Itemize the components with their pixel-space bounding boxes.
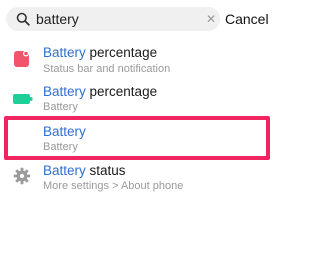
result-title: Battery status xyxy=(43,163,126,178)
notification-icon xyxy=(14,50,29,67)
result-subtitle: Battery xyxy=(43,101,78,113)
result-title-highlight: Battery xyxy=(43,84,86,99)
result-title: Battery percentage xyxy=(43,45,157,60)
search-input[interactable] xyxy=(36,10,196,28)
result-title-rest: status xyxy=(85,163,126,178)
result-title-rest: percentage xyxy=(85,45,158,60)
result-item-battery-percentage[interactable]: Battery percentage Battery xyxy=(0,79,270,119)
search-bar: ✕ Cancel xyxy=(0,0,270,40)
result-subtitle: Status bar and notification xyxy=(43,63,171,75)
selection-highlight xyxy=(4,116,270,160)
cancel-button[interactable]: Cancel xyxy=(225,11,269,27)
clear-icon[interactable]: ✕ xyxy=(204,12,218,26)
search-box[interactable]: ✕ xyxy=(6,7,220,31)
result-title: Battery percentage xyxy=(43,84,157,99)
gear-icon xyxy=(13,167,31,185)
search-icon xyxy=(16,12,30,26)
result-title-highlight: Battery xyxy=(43,163,86,178)
result-item-battery-percentage-notification[interactable]: Battery percentage Status bar and notifi… xyxy=(0,40,270,80)
result-subtitle: More settings > About phone xyxy=(43,180,184,192)
result-item-battery-status[interactable]: Battery status More settings > About pho… xyxy=(0,160,270,200)
result-title-highlight: Battery xyxy=(43,45,86,60)
battery-icon xyxy=(13,94,33,104)
result-title-rest: percentage xyxy=(85,84,158,99)
